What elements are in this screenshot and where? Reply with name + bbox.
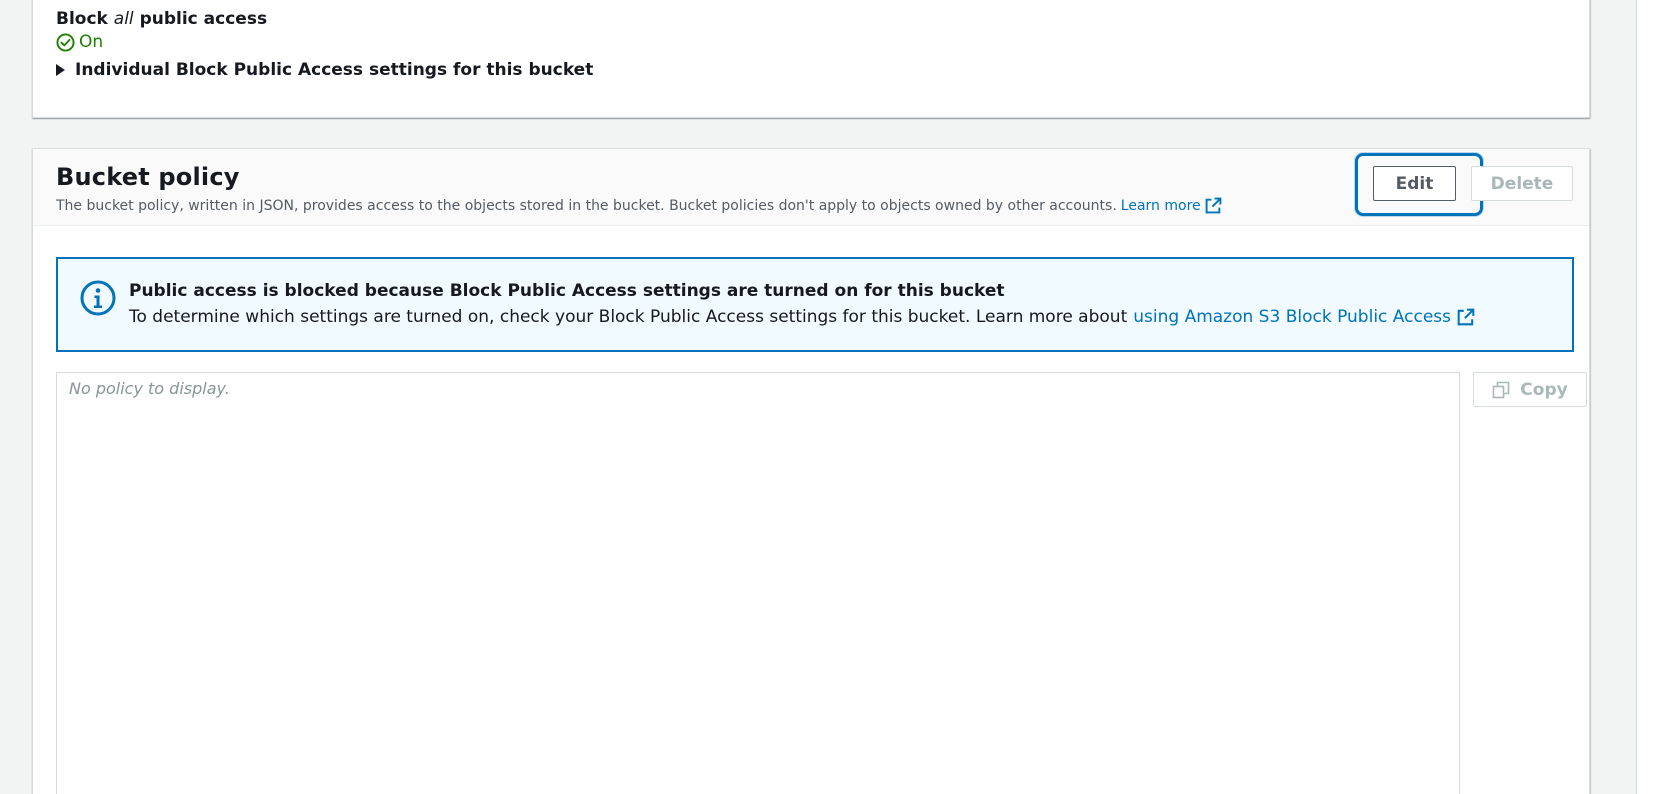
delete-button[interactable]: Delete [1471,166,1573,201]
edit-button[interactable]: Edit [1373,166,1456,201]
block-public-access-title: Block all public access [56,9,268,29]
block-public-access-card: Block all public access On Individual Bl… [32,0,1590,118]
bucket-policy-description: The bucket policy, written in JSON, prov… [56,197,1222,214]
info-icon [80,280,116,316]
info-alert-body: To determine which settings are turned o… [129,307,1475,327]
caret-right-icon [56,64,65,76]
individual-settings-expander[interactable]: Individual Block Public Access settings … [56,60,593,80]
info-alert: Public access is blocked because Block P… [56,257,1574,352]
bucket-policy-title: Bucket policy [56,163,240,191]
page-scrollbar[interactable] [1636,0,1668,794]
policy-editor[interactable]: No policy to display. [56,372,1460,794]
external-link-icon[interactable] [1457,308,1475,326]
empty-policy-text: No policy to display. [69,379,230,398]
s3-bucket-permissions-page: Block all public access On Individual Bl… [0,0,1668,794]
info-alert-title: Public access is blocked because Block P… [129,281,1005,301]
bucket-policy-header: Bucket policy The bucket policy, written… [33,149,1589,226]
copy-icon [1492,381,1510,398]
check-circle-icon [56,32,75,52]
expander-label: Individual Block Public Access settings … [75,60,594,80]
external-link-icon[interactable] [1205,197,1222,214]
copy-label: Copy [1520,379,1568,400]
learn-more-link[interactable]: Learn more [1121,198,1201,214]
block-public-access-link[interactable]: using Amazon S3 Block Public Access [1133,307,1451,327]
bucket-policy-card: Bucket policy The bucket policy, written… [32,148,1590,794]
block-public-access-status: On [56,32,103,52]
status-text: On [79,32,104,52]
copy-button[interactable]: Copy [1473,372,1587,407]
